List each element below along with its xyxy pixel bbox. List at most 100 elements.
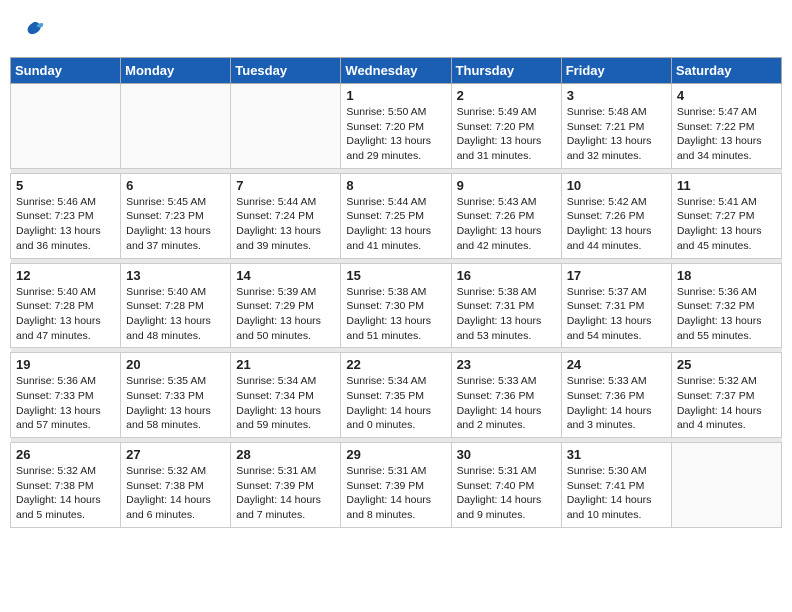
calendar-cell: 19Sunrise: 5:36 AMSunset: 7:33 PMDayligh… [11, 353, 121, 438]
day-number: 23 [457, 357, 556, 372]
calendar-cell [121, 84, 231, 169]
day-info: Sunrise: 5:35 AMSunset: 7:33 PMDaylight:… [126, 374, 225, 433]
calendar-cell: 16 Sunrise: 5:38 AMSunset: 7:31 PMDayligh… [451, 263, 561, 348]
day-number: 25 [677, 357, 776, 372]
day-number: 24 [567, 357, 666, 372]
day-number: 9 [457, 178, 556, 193]
day-info: Sunrise: 5:42 AMSunset: 7:26 PMDaylight:… [567, 195, 666, 254]
calendar-cell: 25 Sunrise: 5:32 AMSunset: 7:37 PMDayligh… [671, 353, 781, 438]
day-info: Sunrise: 5:47 AMSunset: 7:22 PMDaylight:… [677, 105, 776, 164]
col-header-tuesday: Tuesday [231, 58, 341, 84]
calendar-cell: 8 Sunrise: 5:44 AMSunset: 7:25 PMDaylight… [341, 173, 451, 258]
calendar-header-row: SundayMondayTuesdayWednesdayThursdayFrid… [11, 58, 782, 84]
day-info: Sunrise: 5:40 AMSunset: 7:28 PMDaylight:… [16, 285, 115, 344]
calendar-cell: 22 Sunrise: 5:34 AMSunset: 7:35 PMDayligh… [341, 353, 451, 438]
calendar-cell: 18 Sunrise: 5:36 AMSunset: 7:32 PMDayligh… [671, 263, 781, 348]
calendar-cell: 26 Sunrise: 5:32 AMSunset: 7:38 PMDayligh… [11, 443, 121, 528]
day-number: 4 [677, 88, 776, 103]
calendar-cell: 30 Sunrise: 5:31 AMSunset: 7:40 PMDayligh… [451, 443, 561, 528]
day-number: 29 [346, 447, 445, 462]
day-number: 21 [236, 357, 335, 372]
logo [20, 18, 46, 47]
day-number: 14 [236, 268, 335, 283]
calendar-cell: 28Sunrise: 5:31 AMSunset: 7:39 PMDayligh… [231, 443, 341, 528]
day-info: Sunrise: 5:32 AMSunset: 7:37 PMDaylight:… [677, 374, 776, 433]
day-info: Sunrise: 5:45 AMSunset: 7:23 PMDaylight:… [126, 195, 225, 254]
calendar-cell [11, 84, 121, 169]
calendar-cell: 4 Sunrise: 5:47 AMSunset: 7:22 PMDaylight… [671, 84, 781, 169]
day-number: 5 [16, 178, 115, 193]
day-number: 28 [236, 447, 335, 462]
day-info: Sunrise: 5:33 AMSunset: 7:36 PMDaylight:… [457, 374, 556, 433]
day-number: 31 [567, 447, 666, 462]
day-number: 30 [457, 447, 556, 462]
calendar-cell: 1 Sunrise: 5:50 AMSunset: 7:20 PMDaylight… [341, 84, 451, 169]
calendar-cell: 14 Sunrise: 5:39 AMSunset: 7:29 PMDayligh… [231, 263, 341, 348]
day-number: 19 [16, 357, 115, 372]
day-number: 18 [677, 268, 776, 283]
day-info: Sunrise: 5:36 AMSunset: 7:32 PMDaylight:… [677, 285, 776, 344]
day-number: 20 [126, 357, 225, 372]
day-info: Sunrise: 5:40 AMSunset: 7:28 PMDaylight:… [126, 285, 225, 344]
day-info: Sunrise: 5:37 AMSunset: 7:31 PMDaylight:… [567, 285, 666, 344]
calendar-cell [231, 84, 341, 169]
day-number: 3 [567, 88, 666, 103]
col-header-thursday: Thursday [451, 58, 561, 84]
day-info: Sunrise: 5:33 AMSunset: 7:36 PMDaylight:… [567, 374, 666, 433]
calendar-cell: 13 Sunrise: 5:40 AMSunset: 7:28 PMDayligh… [121, 263, 231, 348]
col-header-monday: Monday [121, 58, 231, 84]
calendar-cell: 23 Sunrise: 5:33 AMSunset: 7:36 PMDayligh… [451, 353, 561, 438]
day-number: 1 [346, 88, 445, 103]
day-info: Sunrise: 5:39 AMSunset: 7:29 PMDaylight:… [236, 285, 335, 344]
col-header-friday: Friday [561, 58, 671, 84]
day-number: 26 [16, 447, 115, 462]
calendar-cell: 6 Sunrise: 5:45 AMSunset: 7:23 PMDaylight… [121, 173, 231, 258]
calendar-cell: 27Sunrise: 5:32 AMSunset: 7:38 PMDayligh… [121, 443, 231, 528]
calendar-cell: 29 Sunrise: 5:31 AMSunset: 7:39 PMDayligh… [341, 443, 451, 528]
day-info: Sunrise: 5:46 AMSunset: 7:23 PMDaylight:… [16, 195, 115, 254]
day-info: Sunrise: 5:43 AMSunset: 7:26 PMDaylight:… [457, 195, 556, 254]
day-info: Sunrise: 5:34 AMSunset: 7:35 PMDaylight:… [346, 374, 445, 433]
calendar-week-row: 5 Sunrise: 5:46 AMSunset: 7:23 PMDaylight… [11, 173, 782, 258]
day-info: Sunrise: 5:32 AMSunset: 7:38 PMDaylight:… [16, 464, 115, 523]
day-number: 22 [346, 357, 445, 372]
calendar-cell: 10 Sunrise: 5:42 AMSunset: 7:26 PMDayligh… [561, 173, 671, 258]
day-info: Sunrise: 5:38 AMSunset: 7:30 PMDaylight:… [346, 285, 445, 344]
calendar-table: SundayMondayTuesdayWednesdayThursdayFrid… [10, 57, 782, 528]
col-header-sunday: Sunday [11, 58, 121, 84]
calendar-cell [671, 443, 781, 528]
calendar-week-row: 26 Sunrise: 5:32 AMSunset: 7:38 PMDayligh… [11, 443, 782, 528]
day-info: Sunrise: 5:44 AMSunset: 7:25 PMDaylight:… [346, 195, 445, 254]
day-info: Sunrise: 5:38 AMSunset: 7:31 PMDaylight:… [457, 285, 556, 344]
day-info: Sunrise: 5:30 AMSunset: 7:41 PMDaylight:… [567, 464, 666, 523]
calendar-cell: 11 Sunrise: 5:41 AMSunset: 7:27 PMDayligh… [671, 173, 781, 258]
day-info: Sunrise: 5:34 AMSunset: 7:34 PMDaylight:… [236, 374, 335, 433]
calendar-cell: 17 Sunrise: 5:37 AMSunset: 7:31 PMDayligh… [561, 263, 671, 348]
day-number: 17 [567, 268, 666, 283]
calendar-cell: 15 Sunrise: 5:38 AMSunset: 7:30 PMDayligh… [341, 263, 451, 348]
day-number: 11 [677, 178, 776, 193]
day-info: Sunrise: 5:44 AMSunset: 7:24 PMDaylight:… [236, 195, 335, 254]
calendar-cell: 9 Sunrise: 5:43 AMSunset: 7:26 PMDaylight… [451, 173, 561, 258]
calendar-cell: 31 Sunrise: 5:30 AMSunset: 7:41 PMDayligh… [561, 443, 671, 528]
day-info: Sunrise: 5:49 AMSunset: 7:20 PMDaylight:… [457, 105, 556, 164]
logo-text [20, 18, 46, 47]
calendar-cell: 20 Sunrise: 5:35 AMSunset: 7:33 PMDayligh… [121, 353, 231, 438]
calendar-cell: 5 Sunrise: 5:46 AMSunset: 7:23 PMDaylight… [11, 173, 121, 258]
day-number: 6 [126, 178, 225, 193]
col-header-saturday: Saturday [671, 58, 781, 84]
day-number: 15 [346, 268, 445, 283]
day-info: Sunrise: 5:31 AMSunset: 7:40 PMDaylight:… [457, 464, 556, 523]
calendar-cell: 2Sunrise: 5:49 AMSunset: 7:20 PMDaylight… [451, 84, 561, 169]
calendar-cell: 7Sunrise: 5:44 AMSunset: 7:24 PMDaylight… [231, 173, 341, 258]
calendar-cell: 3Sunrise: 5:48 AMSunset: 7:21 PMDaylight… [561, 84, 671, 169]
day-info: Sunrise: 5:31 AMSunset: 7:39 PMDaylight:… [346, 464, 445, 523]
day-info: Sunrise: 5:50 AMSunset: 7:20 PMDaylight:… [346, 105, 445, 164]
day-number: 8 [346, 178, 445, 193]
calendar-week-row: 12Sunrise: 5:40 AMSunset: 7:28 PMDayligh… [11, 263, 782, 348]
day-info: Sunrise: 5:41 AMSunset: 7:27 PMDaylight:… [677, 195, 776, 254]
day-number: 16 [457, 268, 556, 283]
day-number: 10 [567, 178, 666, 193]
day-number: 13 [126, 268, 225, 283]
col-header-wednesday: Wednesday [341, 58, 451, 84]
